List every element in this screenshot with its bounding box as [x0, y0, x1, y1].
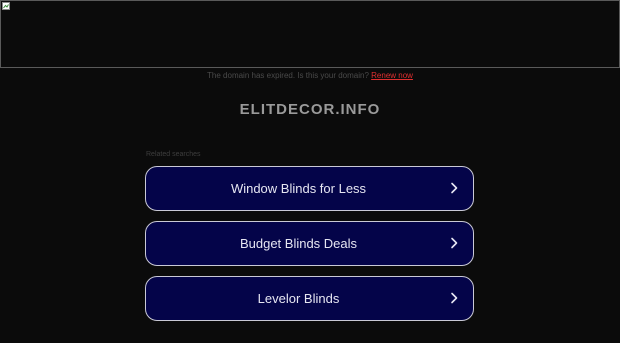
domain-title: ELITDECOR.INFO [239, 101, 381, 118]
related-searches-label: Related searches [146, 151, 201, 158]
chevron-right-icon [451, 237, 458, 249]
chevron-right-icon [451, 182, 458, 194]
related-search-label: Budget Blinds Deals [239, 236, 358, 251]
related-search-button[interactable]: Budget Blinds Deals [145, 221, 474, 266]
renew-link[interactable]: Renew now [371, 71, 413, 80]
expired-notice-text: The domain has expired. Is this your dom… [207, 71, 369, 80]
related-search-label: Levelor Blinds [257, 291, 340, 306]
chevron-right-icon [451, 292, 458, 304]
broken-image-icon [2, 2, 10, 10]
related-search-button[interactable]: Levelor Blinds [145, 276, 474, 321]
related-search-button[interactable]: Window Blinds for Less [145, 166, 474, 211]
banner-image[interactable] [0, 0, 620, 68]
expired-notice: The domain has expired. Is this your dom… [0, 71, 620, 81]
related-search-label: Window Blinds for Less [230, 181, 367, 196]
parked-domain-page: The domain has expired. Is this your dom… [0, 0, 620, 343]
